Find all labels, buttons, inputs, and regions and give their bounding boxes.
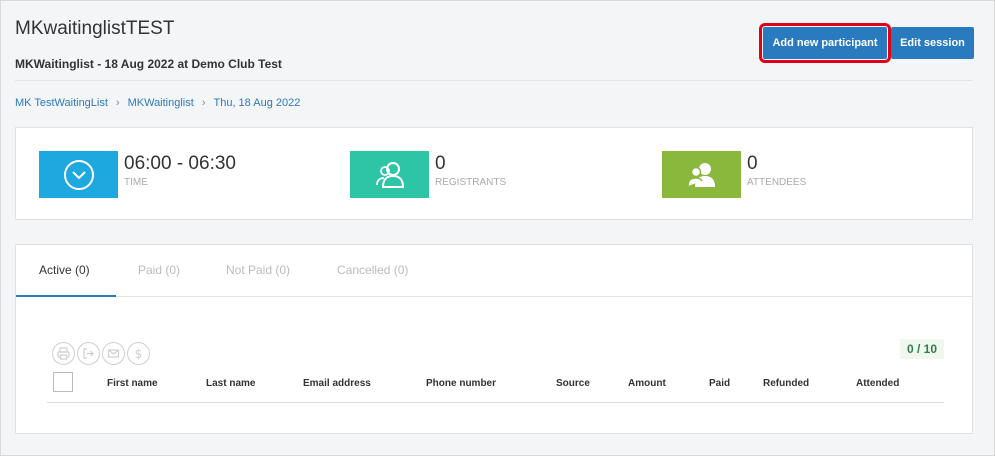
stat-registrants-value: 0	[435, 153, 446, 174]
column-header-email[interactable]: Email address	[303, 378, 371, 389]
stat-registrants-label: REGISTRANTS	[435, 177, 507, 188]
stat-time: 06:00 - 06:30 TIME	[39, 151, 236, 198]
tab-paid[interactable]: Paid (0)	[138, 263, 180, 277]
breadcrumb-item-date[interactable]: Thu, 18 Aug 2022	[213, 97, 300, 109]
column-header-first-name[interactable]: First name	[107, 378, 158, 389]
users-icon	[350, 151, 429, 198]
tab-cancelled[interactable]: Cancelled (0)	[337, 263, 408, 277]
svg-text:$: $	[135, 347, 143, 360]
stat-attendees: 0 ATTENDEES	[662, 151, 806, 198]
column-header-last-name[interactable]: Last name	[206, 378, 255, 389]
edit-session-button[interactable]: Edit session	[891, 27, 974, 59]
stat-time-value: 06:00 - 06:30	[124, 153, 236, 174]
column-header-paid[interactable]: Paid	[709, 378, 730, 389]
dollar-icon[interactable]: $	[127, 342, 150, 365]
page-frame: MKwaitinglistTEST MKWaitinglist - 18 Aug…	[0, 0, 995, 456]
stat-attendees-value: 0	[747, 153, 758, 174]
breadcrumb-separator: ›	[115, 97, 120, 109]
breadcrumb-item-activity[interactable]: MKWaitinglist	[128, 97, 194, 109]
email-icon[interactable]	[102, 342, 125, 365]
print-icon[interactable]	[52, 342, 75, 365]
table-header: First name Last name Email address Phone…	[16, 378, 972, 392]
stat-time-label: TIME	[124, 177, 148, 188]
tab-not-paid[interactable]: Not Paid (0)	[226, 263, 290, 277]
add-new-participant-button[interactable]: Add new participant	[759, 23, 891, 63]
stat-registrants: 0 REGISTRANTS	[350, 151, 506, 198]
stat-attendees-label: ATTENDEES	[747, 177, 807, 188]
session-stats-card: 06:00 - 06:30 TIME 0 REGISTRANTS 0 ATTEN…	[15, 127, 973, 220]
column-header-phone[interactable]: Phone number	[426, 378, 496, 389]
breadcrumb-separator: ›	[201, 97, 206, 109]
page-title: MKwaitinglistTEST	[15, 18, 175, 39]
attendees-icon	[662, 151, 741, 198]
column-header-refunded[interactable]: Refunded	[763, 378, 809, 389]
active-tab-indicator	[16, 295, 116, 297]
clock-icon	[39, 151, 118, 198]
page-subtitle: MKWaitinglist - 18 Aug 2022 at Demo Club…	[15, 57, 282, 71]
participant-count-badge: 0 / 10	[900, 339, 944, 359]
tab-bar: Active (0) Paid (0) Not Paid (0) Cancell…	[16, 245, 972, 297]
table-header-divider	[47, 402, 944, 403]
breadcrumb: MK TestWaitingList › MKWaitinglist › Thu…	[15, 97, 300, 109]
column-header-amount[interactable]: Amount	[628, 378, 666, 389]
header-divider	[15, 80, 972, 81]
tab-active[interactable]: Active (0)	[39, 263, 90, 277]
participants-panel: Active (0) Paid (0) Not Paid (0) Cancell…	[15, 244, 973, 434]
export-icon[interactable]	[77, 342, 100, 365]
column-header-source[interactable]: Source	[556, 378, 590, 389]
bulk-action-toolbar: $	[52, 342, 150, 365]
breadcrumb-item-list[interactable]: MK TestWaitingList	[15, 97, 108, 109]
column-header-attended[interactable]: Attended	[856, 378, 899, 389]
